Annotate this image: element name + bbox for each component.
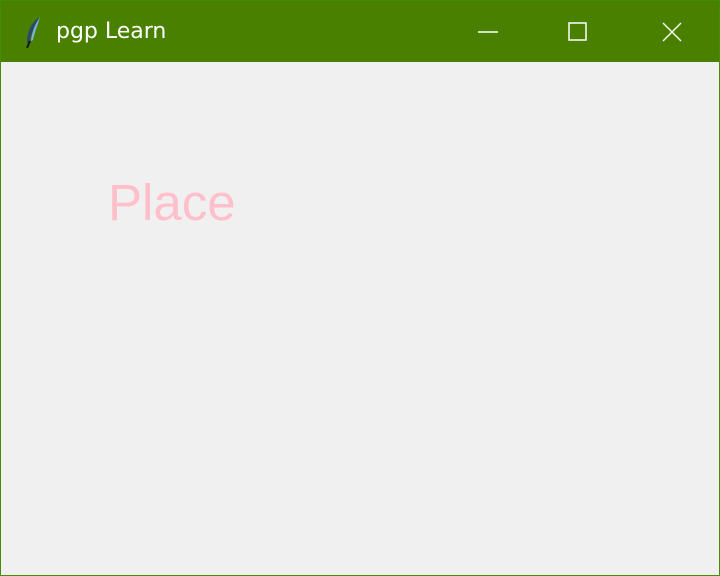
maximize-button[interactable] xyxy=(533,1,623,62)
close-button[interactable] xyxy=(627,1,717,62)
place-label: Place xyxy=(108,174,236,231)
window-title: pgp Learn xyxy=(56,19,167,44)
window-client-area: Place xyxy=(1,62,719,575)
feather-icon xyxy=(22,15,46,49)
minimize-icon xyxy=(477,21,499,43)
maximize-icon xyxy=(567,21,589,43)
app-window: pgp Learn Place xyxy=(0,0,720,576)
close-icon xyxy=(661,21,683,43)
title-bar[interactable]: pgp Learn xyxy=(1,1,719,62)
minimize-button[interactable] xyxy=(443,1,533,62)
